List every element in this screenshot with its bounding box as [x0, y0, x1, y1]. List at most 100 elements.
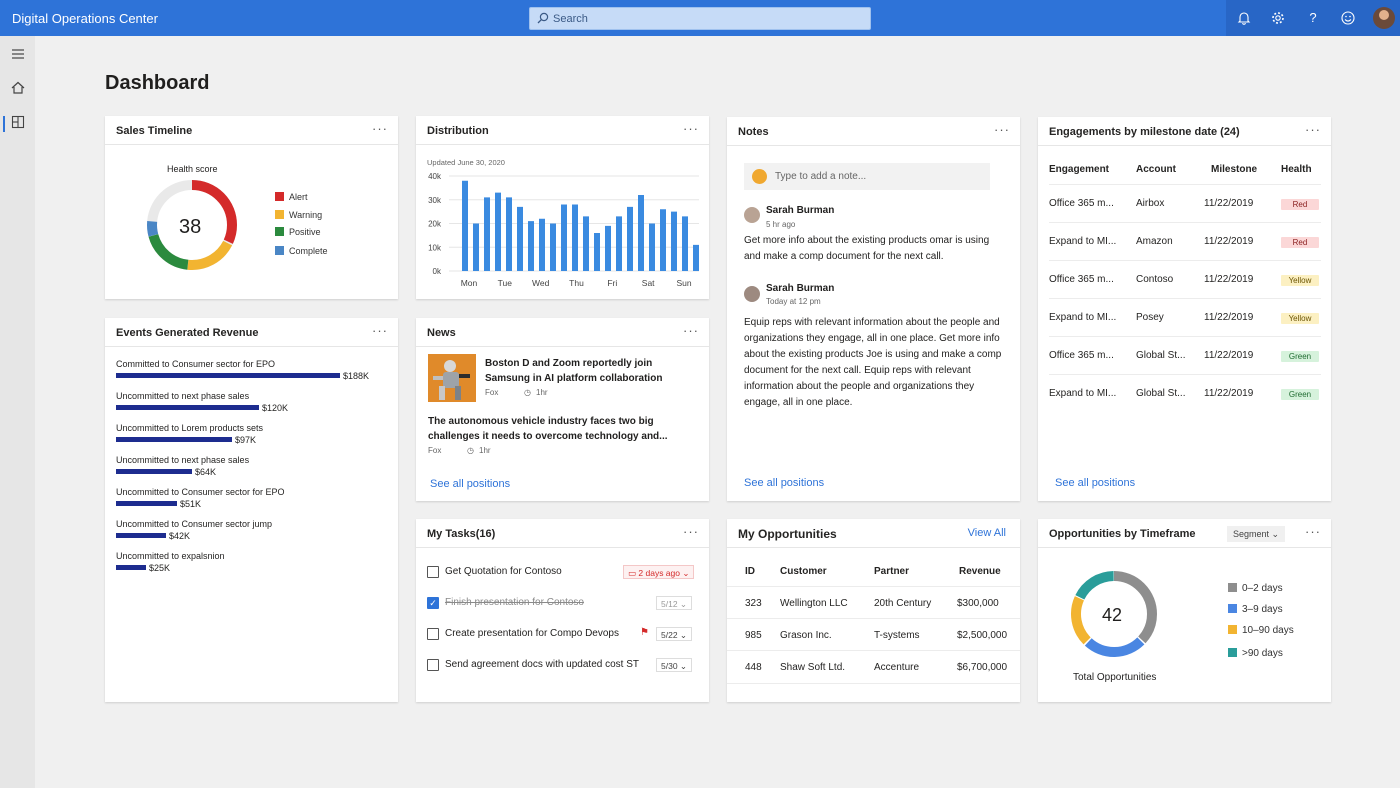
- task-checkbox[interactable]: [427, 628, 439, 640]
- view-all-link[interactable]: View All: [968, 527, 1006, 539]
- see-all-link[interactable]: See all positions: [1055, 477, 1135, 489]
- bar[interactable]: [627, 206, 633, 271]
- app-title[interactable]: Digital Operations Center: [12, 11, 158, 26]
- cell-account[interactable]: Contoso: [1136, 274, 1173, 285]
- column-header[interactable]: Account: [1136, 164, 1176, 175]
- bar[interactable]: [671, 211, 677, 271]
- cell-engagement[interactable]: Expand to MI...: [1049, 236, 1116, 247]
- cell-revenue[interactable]: $300,000: [957, 598, 999, 609]
- cell-milestone[interactable]: 11/22/2019: [1204, 312, 1253, 323]
- cell-milestone[interactable]: 11/22/2019: [1204, 388, 1253, 399]
- bar[interactable]: [539, 218, 545, 271]
- cell-engagement[interactable]: Expand to MI...: [1049, 388, 1116, 399]
- bar[interactable]: [693, 244, 699, 271]
- task-due-date[interactable]: 5/30 ⌄: [656, 658, 693, 672]
- gear-icon[interactable]: [1270, 10, 1286, 26]
- task-row[interactable]: Create presentation for Compo Devops ⚑ 5…: [427, 627, 697, 643]
- column-header[interactable]: Engagement: [1049, 164, 1109, 175]
- column-header[interactable]: Health: [1281, 164, 1312, 175]
- column-header[interactable]: Milestone: [1211, 164, 1257, 175]
- bar[interactable]: [528, 221, 534, 271]
- smiley-icon[interactable]: [1340, 10, 1356, 26]
- task-row[interactable]: ✓ Finish presentation for Contoso 5/12 ⌄: [427, 596, 697, 612]
- more-options-icon[interactable]: ···: [372, 121, 388, 136]
- cell-id[interactable]: 985: [745, 630, 762, 641]
- hamburger-icon[interactable]: [8, 44, 28, 64]
- cell-account[interactable]: Amazon: [1136, 236, 1173, 247]
- more-options-icon[interactable]: ···: [683, 323, 699, 338]
- bar[interactable]: [594, 233, 600, 271]
- cell-revenue[interactable]: $6,700,000: [957, 662, 1007, 673]
- segment-dropdown[interactable]: Segment ⌄: [1227, 526, 1285, 542]
- cell-partner[interactable]: T-systems: [874, 630, 920, 641]
- bar[interactable]: [561, 204, 567, 272]
- cell-engagement[interactable]: Office 365 m...: [1049, 274, 1114, 285]
- revenue-bar[interactable]: [116, 437, 232, 442]
- bar[interactable]: [517, 206, 523, 271]
- cell-customer[interactable]: Wellington LLC: [780, 598, 848, 609]
- user-avatar[interactable]: [1373, 7, 1395, 29]
- bar[interactable]: [682, 216, 688, 271]
- bar[interactable]: [616, 216, 622, 271]
- cell-engagement[interactable]: Office 365 m...: [1049, 198, 1114, 209]
- bar[interactable]: [550, 223, 556, 272]
- more-options-icon[interactable]: ···: [994, 122, 1010, 137]
- revenue-bar[interactable]: [116, 565, 146, 570]
- news-headline[interactable]: The autonomous vehicle industry faces tw…: [428, 414, 688, 444]
- task-row[interactable]: Send agreement docs with updated cost ST…: [427, 658, 697, 674]
- column-header[interactable]: Revenue: [959, 566, 1001, 577]
- news-headline[interactable]: Boston D and Zoom reportedly join Samsun…: [485, 356, 685, 386]
- cell-partner[interactable]: Accenture: [874, 662, 919, 673]
- see-all-link[interactable]: See all positions: [744, 477, 824, 489]
- bar[interactable]: [462, 180, 468, 271]
- more-options-icon[interactable]: ···: [1305, 122, 1321, 137]
- cell-account[interactable]: Global St...: [1136, 388, 1185, 399]
- cell-account[interactable]: Posey: [1136, 312, 1164, 323]
- flag-icon[interactable]: ⚑: [640, 627, 649, 638]
- task-checkbox[interactable]: [427, 659, 439, 671]
- news-thumbnail[interactable]: [428, 354, 476, 402]
- task-due-date[interactable]: 5/22 ⌄: [656, 627, 693, 641]
- revenue-bar[interactable]: [116, 405, 259, 410]
- task-checkbox[interactable]: [427, 566, 439, 578]
- home-icon[interactable]: [8, 78, 28, 98]
- cell-partner[interactable]: 20th Century: [874, 598, 931, 609]
- cell-engagement[interactable]: Office 365 m...: [1049, 350, 1114, 361]
- column-header[interactable]: Partner: [874, 566, 909, 577]
- revenue-bar[interactable]: [116, 533, 166, 538]
- task-row[interactable]: Get Quotation for Contoso ▭ 2 days ago ⌄: [427, 565, 697, 581]
- cell-revenue[interactable]: $2,500,000: [957, 630, 1007, 641]
- bar[interactable]: [583, 216, 589, 271]
- bar[interactable]: [660, 209, 666, 271]
- cell-milestone[interactable]: 11/22/2019: [1204, 198, 1253, 209]
- cell-milestone[interactable]: 11/22/2019: [1204, 236, 1253, 247]
- more-options-icon[interactable]: ···: [683, 524, 699, 539]
- revenue-bar[interactable]: [116, 501, 177, 506]
- bar[interactable]: [649, 223, 655, 272]
- cell-id[interactable]: 448: [745, 662, 762, 673]
- more-options-icon[interactable]: ···: [1305, 524, 1321, 539]
- bar[interactable]: [572, 204, 578, 272]
- bar[interactable]: [473, 223, 479, 272]
- dashboard-icon[interactable]: [8, 112, 28, 132]
- column-header[interactable]: Customer: [780, 566, 827, 577]
- task-checkbox-checked[interactable]: ✓: [427, 597, 439, 609]
- bar[interactable]: [495, 192, 501, 271]
- column-header[interactable]: ID: [745, 566, 755, 577]
- cell-customer[interactable]: Grason Inc.: [780, 630, 832, 641]
- bar[interactable]: [638, 195, 644, 271]
- revenue-bar[interactable]: [116, 373, 340, 378]
- bell-icon[interactable]: [1236, 10, 1252, 26]
- cell-account[interactable]: Global St...: [1136, 350, 1185, 361]
- task-due-date[interactable]: ▭ 2 days ago ⌄: [623, 565, 695, 579]
- cell-customer[interactable]: Shaw Soft Ltd.: [780, 662, 845, 673]
- see-all-link[interactable]: See all positions: [430, 478, 510, 490]
- bar[interactable]: [605, 225, 611, 271]
- more-options-icon[interactable]: ···: [372, 323, 388, 338]
- more-options-icon[interactable]: ···: [683, 121, 699, 136]
- revenue-bar[interactable]: [116, 469, 192, 474]
- cell-id[interactable]: 323: [745, 598, 762, 609]
- cell-milestone[interactable]: 11/22/2019: [1204, 350, 1253, 361]
- cell-account[interactable]: Airbox: [1136, 198, 1164, 209]
- help-icon[interactable]: ?: [1305, 10, 1321, 26]
